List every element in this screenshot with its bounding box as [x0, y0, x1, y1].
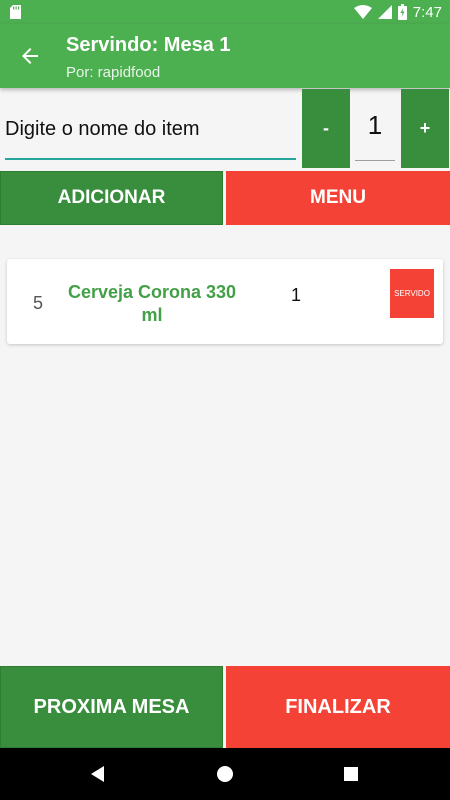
page-subtitle: Por: rapidfood	[66, 64, 161, 81]
add-button[interactable]: ADICIONAR	[0, 171, 223, 225]
recents-square-icon[interactable]	[339, 762, 363, 786]
quantity-value[interactable]: 1	[355, 110, 395, 141]
decrease-quantity-button[interactable]: -	[302, 89, 350, 168]
quantity-underline	[355, 160, 395, 161]
signal-icon	[377, 5, 392, 19]
status-time: 7:47	[412, 3, 442, 21]
home-circle-icon[interactable]	[213, 762, 237, 786]
item-name-input[interactable]	[5, 100, 296, 160]
app-bar: Servindo: Mesa 1 Por: rapidfood	[0, 24, 450, 88]
status-bar: 7:47	[0, 0, 450, 24]
sd-card-icon	[10, 5, 21, 19]
served-button[interactable]: SERVIDO	[390, 269, 434, 318]
item-name: Cerveja Corona 330 ml	[67, 282, 237, 325]
finish-button[interactable]: FINALIZAR	[226, 666, 450, 748]
increase-quantity-button[interactable]: +	[401, 89, 449, 168]
item-number: 5	[33, 293, 44, 313]
arrow-back-icon[interactable]	[18, 44, 42, 68]
wifi-icon	[353, 5, 372, 19]
back-triangle-icon[interactable]	[86, 762, 110, 786]
system-nav-bar	[0, 748, 450, 800]
menu-button[interactable]: MENU	[226, 171, 450, 225]
page-title: Servindo: Mesa 1	[66, 34, 231, 56]
next-table-button[interactable]: PROXIMA MESA	[0, 666, 223, 748]
order-item-card: 5 Cerveja Corona 330 ml 1 SERVIDO	[7, 259, 443, 344]
item-quantity: 1	[291, 285, 302, 305]
battery-icon	[397, 4, 407, 20]
